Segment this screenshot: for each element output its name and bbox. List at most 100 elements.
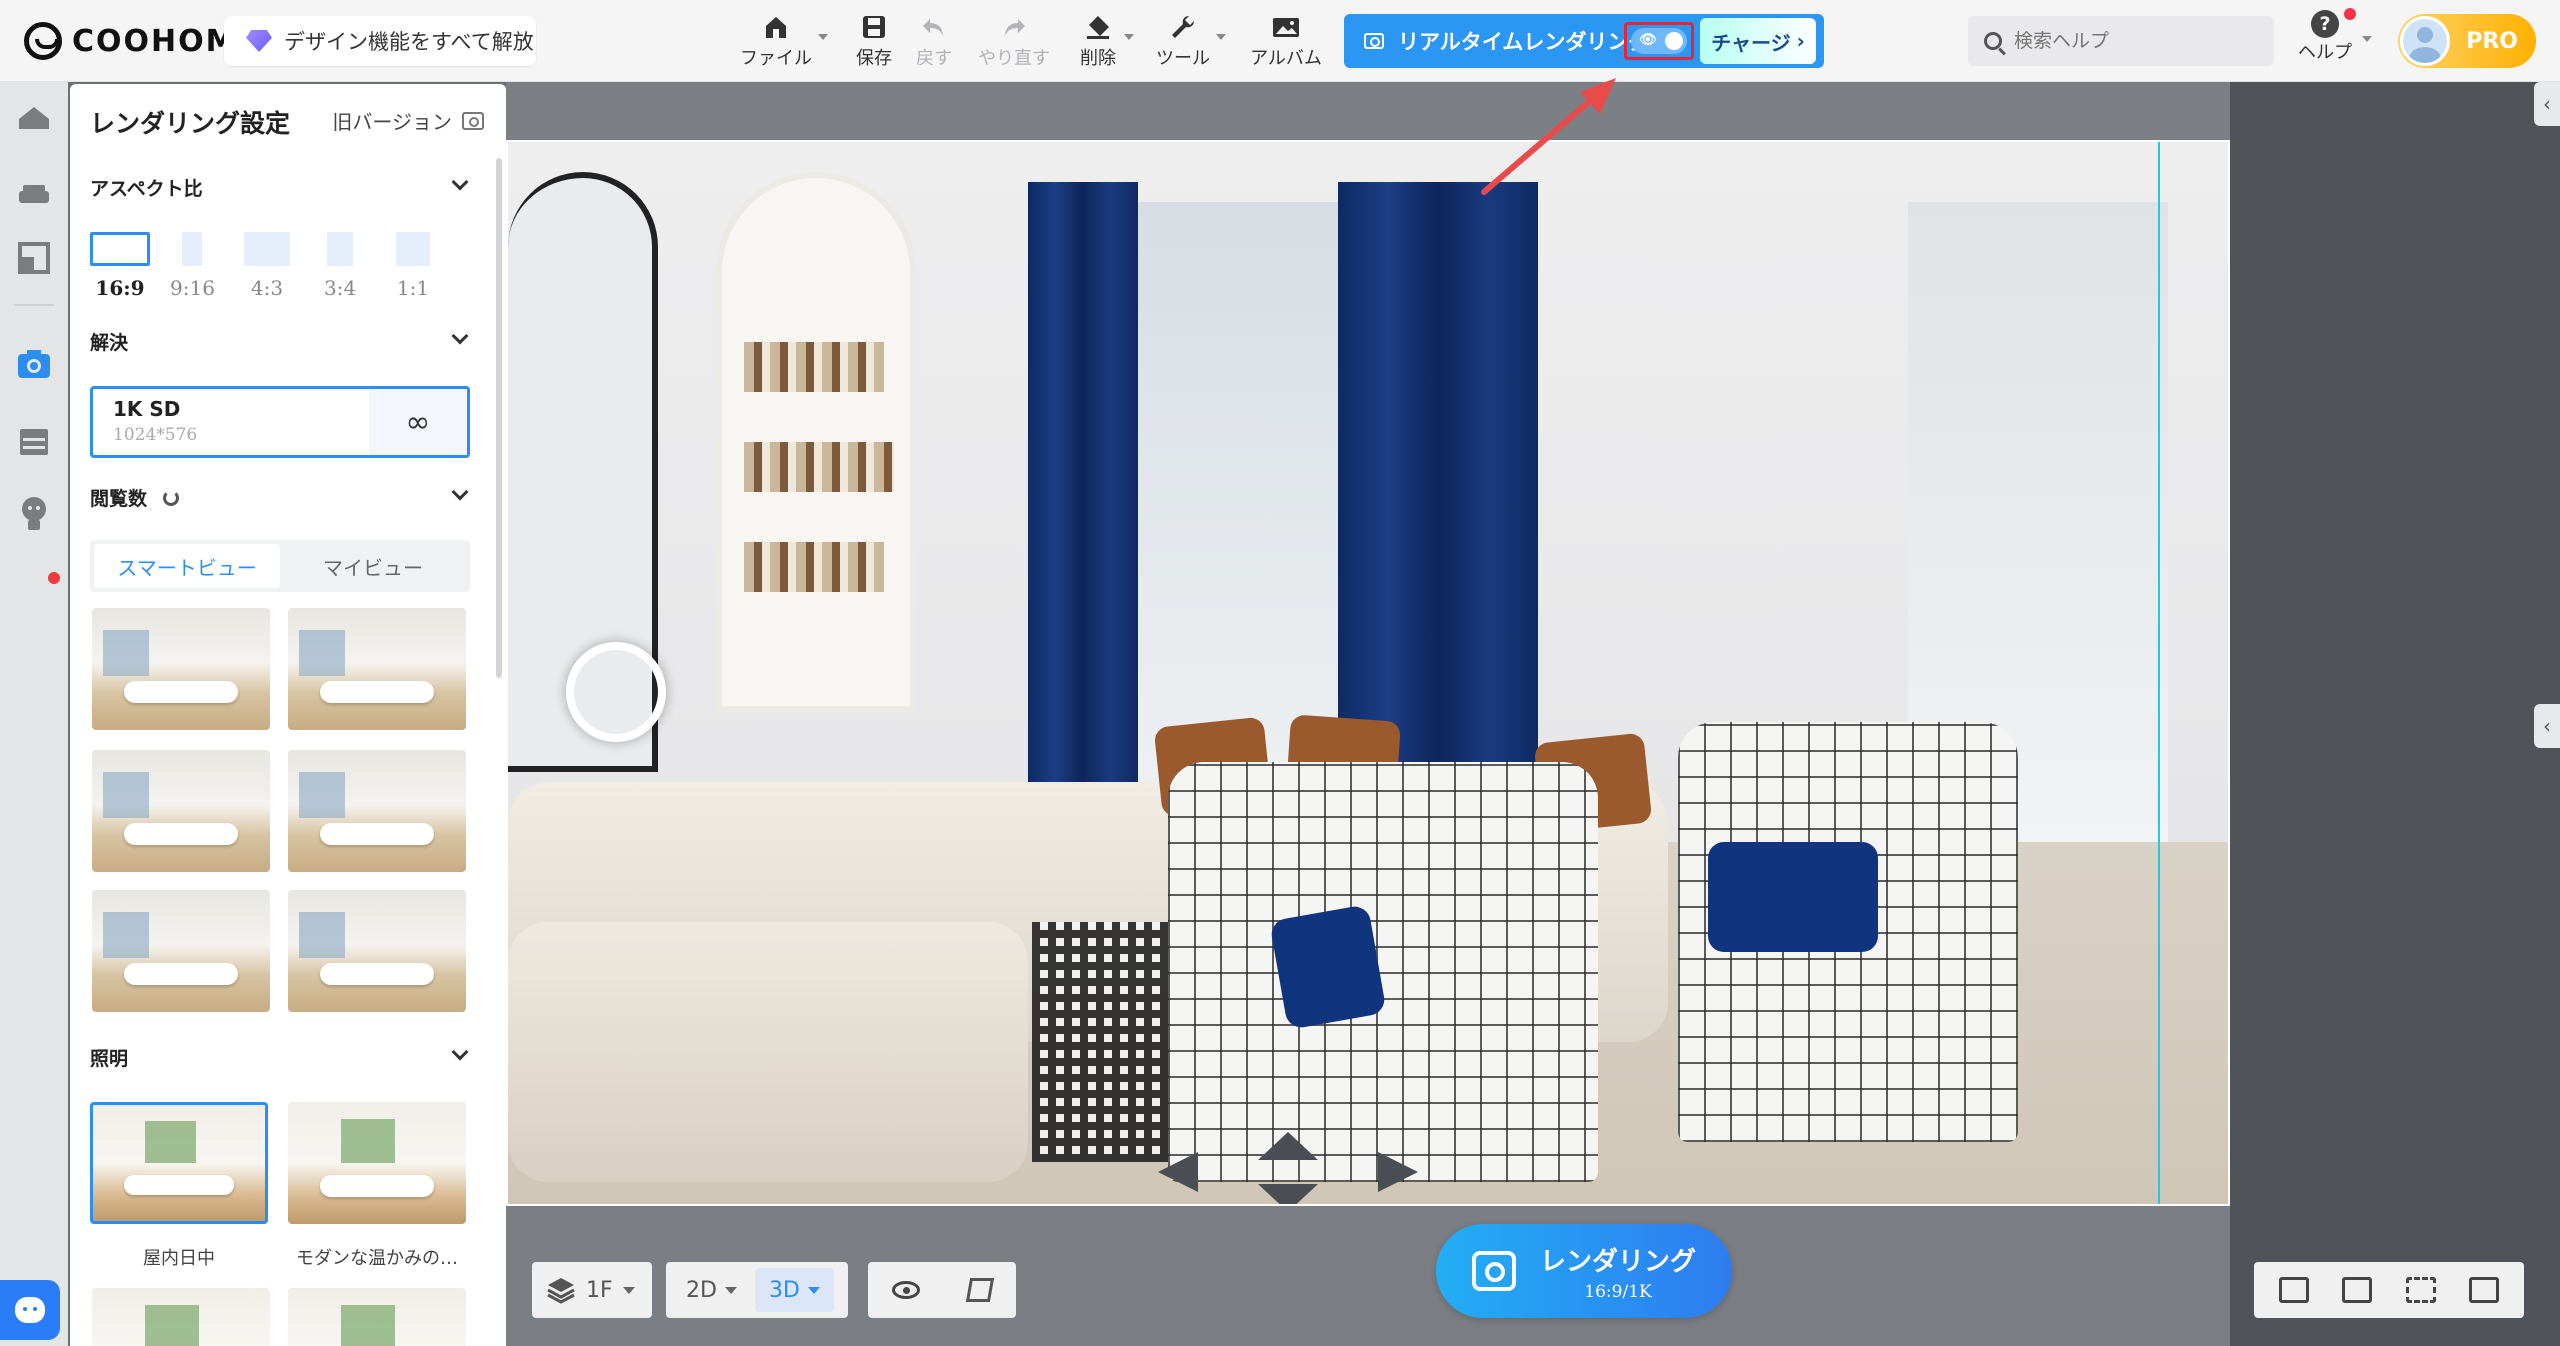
ratio-1-1-icon xyxy=(396,232,430,266)
chevron-down-icon[interactable] xyxy=(451,1043,469,1061)
panel-scrollbar[interactable] xyxy=(496,158,502,678)
undo-button[interactable]: 戻す xyxy=(914,10,954,72)
camera-icon xyxy=(1364,33,1384,49)
aspect-option-1-1[interactable]: 1:1 xyxy=(396,232,430,300)
scene-curtain xyxy=(1028,182,1138,802)
crop-icon[interactable] xyxy=(2278,1277,2309,1303)
sofa-icon xyxy=(19,185,49,203)
help-button[interactable]: ? ヘルプ xyxy=(2298,8,2356,64)
help-label: ヘルプ xyxy=(2298,42,2352,63)
preview-search-icon[interactable] xyxy=(2469,1277,2500,1303)
scene-armchair xyxy=(1168,762,1598,1182)
coohom-logo-icon xyxy=(24,22,62,60)
right-panel-toggle[interactable]: ‹ xyxy=(2534,82,2560,126)
cube-icon[interactable] xyxy=(965,1278,995,1302)
render-preview[interactable] xyxy=(506,140,2230,1206)
resolution-selector[interactable]: 1K SD 1024*576 ∞ xyxy=(90,386,470,458)
charge-label: チャージ xyxy=(1711,30,1791,55)
aspect-option-16-9[interactable]: 16:9 xyxy=(90,232,150,300)
wrench-icon xyxy=(1169,10,1197,44)
scene-books xyxy=(744,342,884,392)
save-button[interactable]: 保存 xyxy=(852,10,896,72)
scene-curtain xyxy=(1338,182,1538,802)
mode-2d-button[interactable]: 2D xyxy=(672,1268,751,1312)
view-thumbnail[interactable] xyxy=(288,608,466,730)
lighting-preset-daytime[interactable] xyxy=(90,1102,268,1224)
account-pro-button[interactable]: PRO xyxy=(2398,14,2536,68)
scene-ring-lamp xyxy=(566,642,666,742)
file-menu-button[interactable]: ファイル xyxy=(740,10,828,72)
view-thumbnail[interactable] xyxy=(92,750,270,872)
sidebar-item-build[interactable] xyxy=(14,98,54,138)
tools-menu-button[interactable]: ツール xyxy=(1156,10,1226,72)
left-icon-bar xyxy=(0,82,68,1346)
delete-button[interactable]: 削除 xyxy=(1078,10,1134,72)
album-label: アルバム xyxy=(1250,48,1322,69)
lighting-preset-thumbnail[interactable] xyxy=(288,1288,466,1346)
charge-button[interactable]: チャージ › xyxy=(1700,18,1816,64)
lighting-preset-label: モダンな温かみの… xyxy=(296,1248,458,1269)
sidebar-item-floorplan[interactable] xyxy=(14,238,54,278)
chevron-down-icon[interactable] xyxy=(2362,36,2372,42)
toggle-knob xyxy=(1665,32,1683,50)
scene-books xyxy=(744,542,884,592)
tab-smart-view[interactable]: スマートビュー xyxy=(94,544,280,588)
lighting-title: 照明 xyxy=(90,1048,129,1070)
chevron-down-icon[interactable] xyxy=(451,483,469,501)
logo-text: COOHOM xyxy=(72,23,238,59)
help-search-input[interactable] xyxy=(2014,30,2254,52)
camera-settings-icon[interactable] xyxy=(2342,1277,2373,1303)
eye-icon[interactable] xyxy=(892,1281,920,1299)
redo-button[interactable]: やり直す xyxy=(978,10,1050,72)
camera-nav-arrows-icon[interactable] xyxy=(1158,1132,1418,1206)
aspect-option-label: 1:1 xyxy=(396,276,430,300)
view-thumbnail[interactable] xyxy=(288,750,466,872)
frame-guide-line xyxy=(2158,142,2160,1204)
tab-my-view[interactable]: マイビュー xyxy=(280,544,466,588)
right-panel-expand[interactable]: ‹ xyxy=(2534,704,2560,748)
sidebar-item-storage[interactable] xyxy=(14,422,54,462)
help-search[interactable] xyxy=(1968,16,2274,66)
render-button[interactable]: レンダリング 16:9/1K xyxy=(1436,1224,1732,1318)
app-logo[interactable]: COOHOM xyxy=(24,20,238,62)
viewport-top-margin xyxy=(506,82,2230,140)
chevron-down-icon[interactable] xyxy=(451,173,469,191)
unlock-features-button[interactable]: デザイン機能をすべて解放 xyxy=(224,16,536,66)
view-thumbnail[interactable] xyxy=(92,890,270,1012)
floor-selector[interactable]: 1F xyxy=(532,1262,652,1318)
camera-icon xyxy=(1472,1251,1516,1291)
infinity-icon: ∞ xyxy=(369,389,467,455)
aspect-option-4-3[interactable]: 4:3 xyxy=(244,232,290,300)
lighting-preset-thumbnail[interactable] xyxy=(92,1288,270,1346)
sidebar-item-ai[interactable] xyxy=(14,494,54,534)
undo-icon xyxy=(920,10,948,44)
realtime-toggle[interactable]: 👁 xyxy=(1631,28,1687,54)
aspect-option-9-16[interactable]: 9:16 xyxy=(170,232,215,300)
realtime-rendering-button[interactable]: リアルタイムレンダリング 👁 チャージ › xyxy=(1344,14,1824,68)
scene-chair-pillow xyxy=(1269,904,1387,1030)
view-thumbnail[interactable] xyxy=(92,608,270,730)
focus-frame-icon[interactable] xyxy=(2405,1277,2436,1303)
render-label: レンダリング xyxy=(1540,1246,1697,1277)
chat-support-button[interactable] xyxy=(0,1280,60,1340)
chevron-down-icon[interactable] xyxy=(451,327,469,345)
lightbulb-icon xyxy=(22,497,46,530)
album-button[interactable]: アルバム xyxy=(1250,10,1322,72)
old-version-button[interactable]: 旧バージョン xyxy=(332,106,484,135)
sidebar-item-render[interactable] xyxy=(14,344,54,384)
album-icon xyxy=(1271,10,1301,44)
sidebar-item-furniture[interactable] xyxy=(14,174,54,214)
aspect-option-3-4[interactable]: 3:4 xyxy=(324,232,356,300)
mode-3d-button[interactable]: 3D xyxy=(754,1268,834,1312)
save-icon xyxy=(860,10,888,44)
lighting-preset-warm-modern[interactable] xyxy=(288,1102,466,1224)
visibility-tools xyxy=(868,1262,1016,1318)
scene-sofa-arm xyxy=(508,922,1028,1182)
view-thumbnail[interactable] xyxy=(288,890,466,1012)
floor-dropdown[interactable]: 1F xyxy=(532,1276,649,1304)
lighting-preset-label: 屋内日中 xyxy=(143,1248,215,1269)
old-version-label: 旧バージョン xyxy=(332,110,452,134)
top-bar: COOHOM デザイン機能をすべて解放 ファイル 保存 戻す やり直す 削除 ツ… xyxy=(0,0,2560,82)
search-icon xyxy=(1984,32,2002,50)
refresh-icon[interactable] xyxy=(163,490,180,506)
